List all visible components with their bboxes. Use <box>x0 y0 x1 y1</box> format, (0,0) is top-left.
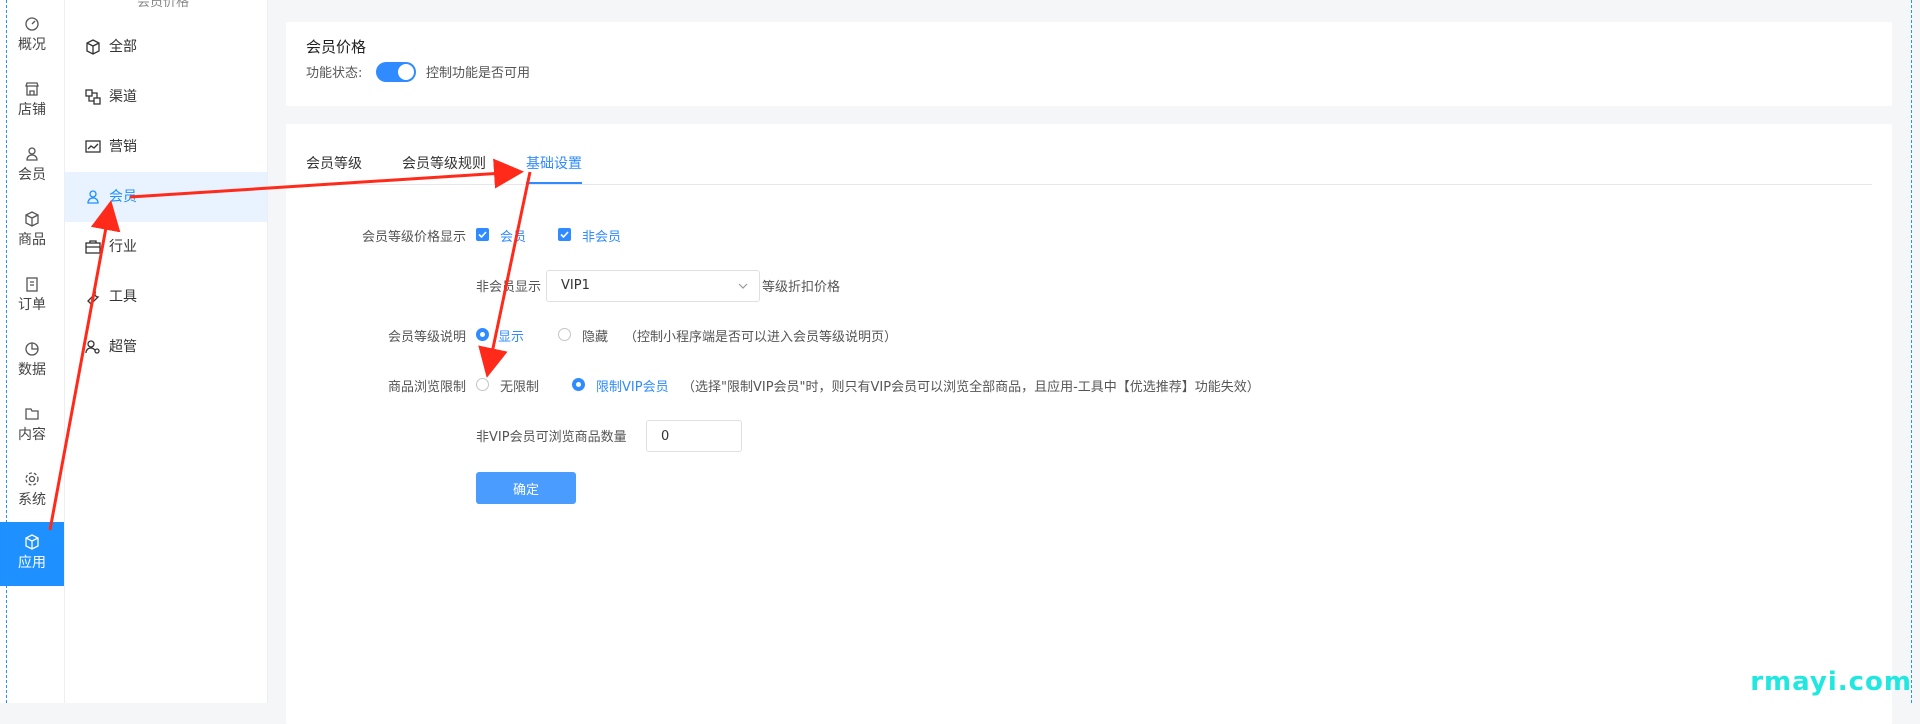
cube-icon <box>86 39 100 55</box>
sub-item-label: 全部 <box>109 39 137 55</box>
dashed-guide-right <box>1911 0 1912 703</box>
sub-item-label: 渠道 <box>109 89 137 105</box>
radio-unlimited[interactable] <box>476 378 489 391</box>
rail-item-store[interactable]: 店铺 <box>0 73 64 129</box>
sub-item-marketing[interactable]: 营销 <box>65 122 267 172</box>
rail-item-apps[interactable]: 应用 <box>0 522 64 586</box>
feature-toggle[interactable] <box>376 62 416 82</box>
status-desc: 控制功能是否可用 <box>426 66 531 81</box>
dashed-guide <box>6 0 7 703</box>
user-icon <box>26 147 38 161</box>
page-title: 会员价格 <box>306 38 367 56</box>
clipboard-icon <box>26 277 38 292</box>
member-checkbox-label: 会员 <box>500 230 527 245</box>
rail-label: 订单 <box>18 297 46 313</box>
browse-count-input[interactable] <box>646 420 742 452</box>
confirm-button[interactable]: 确定 <box>476 472 576 504</box>
sub-item-label: 工具 <box>109 289 137 305</box>
settings-card: 会员等级 会员等级规则 基础设置 会员等级价格显示 会员 非会员 非会员显示 V… <box>286 124 1892 724</box>
radio-limit-vip[interactable] <box>572 378 585 391</box>
chevron-down-icon <box>738 283 748 289</box>
vip-level-value: VIP1 <box>561 278 590 293</box>
rail-item-goods[interactable]: 商品 <box>0 203 64 259</box>
sub-item-label: 会员 <box>109 189 137 205</box>
radio-show-label: 显示 <box>498 330 525 345</box>
chart-icon <box>85 140 101 153</box>
level-desc-label: 会员等级说明 <box>387 330 466 345</box>
radio-hide-label: 隐藏 <box>582 330 609 345</box>
dashboard-icon <box>25 17 39 31</box>
nonmember-show-label: 非会员显示 <box>476 280 542 295</box>
watermark: rmayi.com <box>1750 667 1912 697</box>
browse-hint: （选择"限制VIP会员"时，则只有VIP会员可以浏览全部商品，且应用-工具中【优… <box>682 380 1260 395</box>
sub-item-label: 行业 <box>109 239 137 255</box>
radio-limit-vip-label: 限制VIP会员 <box>596 380 669 395</box>
sub-item-industry[interactable]: 行业 <box>65 222 267 272</box>
sub-item-superadmin[interactable]: 超管 <box>65 322 267 372</box>
rail-item-data[interactable]: 数据 <box>0 333 64 389</box>
rail-item-member[interactable]: 会员 <box>0 138 64 194</box>
sub-item-label: 营销 <box>109 139 137 155</box>
rail-label: 应用 <box>18 555 46 571</box>
admin-icon <box>85 340 100 354</box>
radio-unlimited-label: 无限制 <box>500 380 540 395</box>
sub-item-all[interactable]: 全部 <box>65 22 267 72</box>
rail-label: 概况 <box>18 37 46 53</box>
tool-icon <box>87 289 100 305</box>
gear-icon <box>25 472 39 486</box>
vip-level-select[interactable]: VIP1 <box>546 270 760 302</box>
radio-hide[interactable] <box>558 328 571 341</box>
sub-item-label: 超管 <box>109 339 137 355</box>
radio-show[interactable] <box>476 328 489 341</box>
toggle-knob <box>398 64 414 80</box>
rail-label: 系统 <box>18 492 46 508</box>
pie-icon <box>25 342 39 356</box>
tab-level-rules[interactable]: 会员等级规则 <box>402 154 486 184</box>
rail-label: 数据 <box>18 362 46 378</box>
count-label: 非VIP会员可浏览商品数量 <box>476 430 627 445</box>
rail-item-orders[interactable]: 订单 <box>0 268 64 324</box>
nonmember-suffix: 等级折扣价格 <box>762 280 841 295</box>
rail-label: 商品 <box>18 232 46 248</box>
rail-item-overview[interactable]: 概况 <box>0 8 64 64</box>
nonmember-checkbox-label: 非会员 <box>582 230 622 245</box>
primary-sidebar: 概况 店铺 会员 商品 订单 数据 内容 系统 应用 <box>0 0 65 703</box>
rail-item-system[interactable]: 系统 <box>0 463 64 519</box>
cube-icon <box>25 534 39 550</box>
browse-limit-label: 商品浏览限制 <box>387 380 466 395</box>
tab-bar: 会员等级 会员等级规则 基础设置 <box>306 154 1872 185</box>
cube-icon <box>25 211 39 227</box>
sub-item-member[interactable]: 会员 <box>65 172 267 222</box>
nonmember-checkbox[interactable] <box>558 228 571 241</box>
secondary-sidebar: 会员价格 全部 渠道 营销 会员 行业 工具 超管 <box>65 0 268 703</box>
tab-member-level[interactable]: 会员等级 <box>306 154 362 184</box>
briefcase-icon <box>85 240 101 254</box>
folder-icon <box>25 408 39 420</box>
feature-status-card: 会员价格 功能状态: 控制功能是否可用 <box>286 22 1892 106</box>
tab-basic-settings[interactable]: 基础设置 <box>526 154 582 184</box>
sub-header: 会员价格 <box>137 0 190 10</box>
rail-label: 会员 <box>18 167 46 183</box>
rail-item-content[interactable]: 内容 <box>0 398 64 454</box>
sub-item-tools[interactable]: 工具 <box>65 272 267 322</box>
store-icon <box>25 82 39 96</box>
member-checkbox[interactable] <box>476 228 489 241</box>
channel-icon <box>85 89 101 105</box>
level-desc-hint: （控制小程序端是否可以进入会员等级说明页） <box>624 330 898 345</box>
price-display-label: 会员等级价格显示 <box>361 230 466 245</box>
sub-item-channel[interactable]: 渠道 <box>65 72 267 122</box>
rail-label: 店铺 <box>18 102 46 118</box>
rail-label: 内容 <box>18 427 46 443</box>
user-icon <box>87 190 99 204</box>
status-label: 功能状态: <box>306 66 363 81</box>
